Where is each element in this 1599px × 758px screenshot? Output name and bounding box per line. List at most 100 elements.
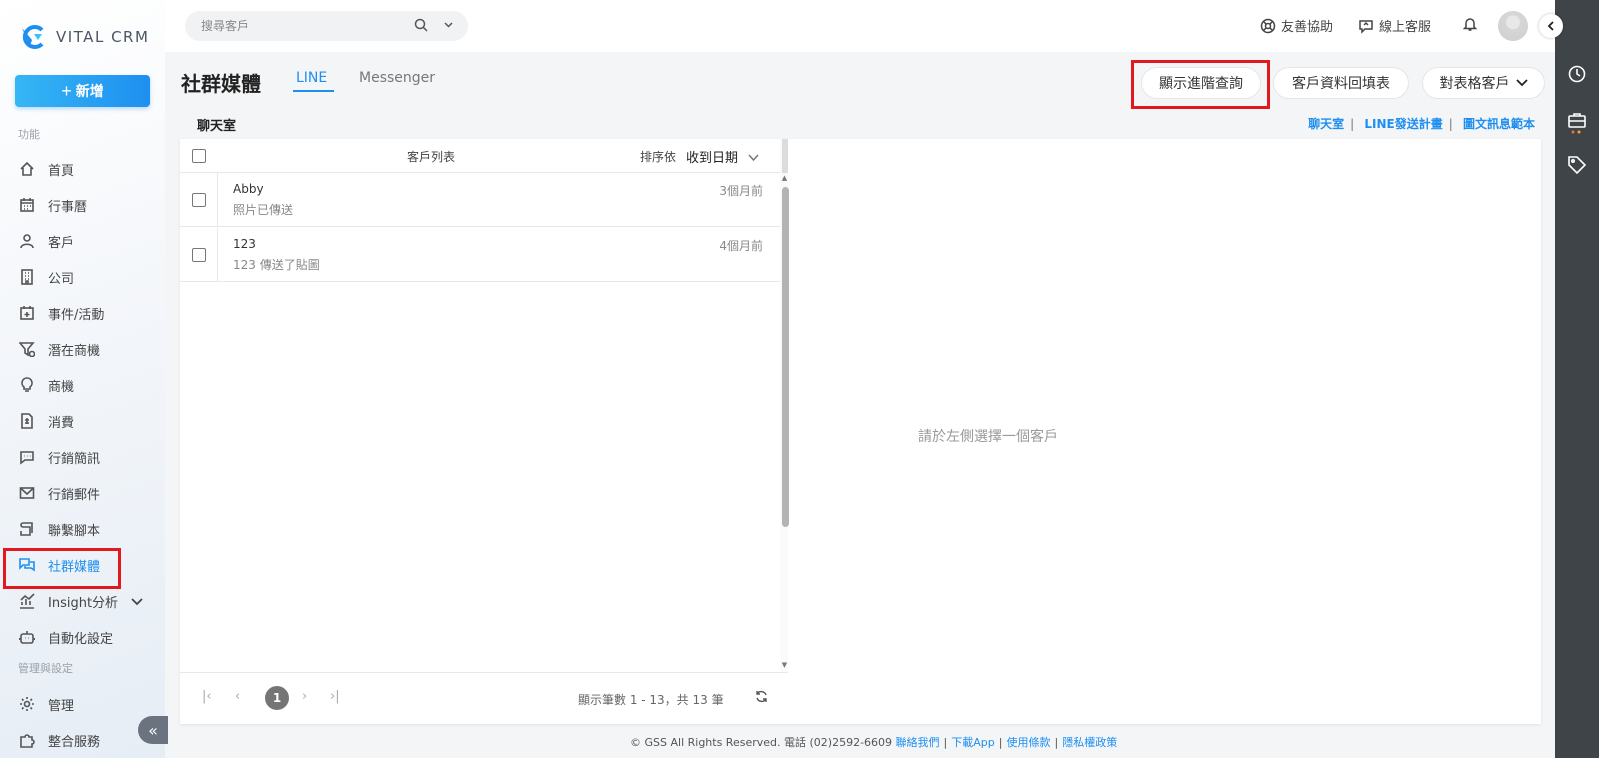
row-checkbox[interactable]	[192, 248, 206, 262]
section-label-admin: 管理與設定	[18, 662, 73, 675]
link-line-broadcast-plan[interactable]: LINE發送計畫	[1364, 117, 1442, 131]
scroll-up-arrow-icon[interactable]: ▲	[780, 174, 789, 182]
tab-messenger[interactable]: Messenger	[359, 70, 435, 86]
bell-icon	[1462, 18, 1478, 31]
link-rich-message-templates[interactable]: 圖文訊息範本	[1463, 117, 1535, 131]
search-icon[interactable]	[414, 18, 428, 36]
sidebar-item-events[interactable]: 事件/活動	[0, 295, 165, 331]
message-time: 4個月前	[719, 239, 763, 253]
chevron-down-icon[interactable]	[748, 151, 759, 166]
brand-logo[interactable]: VITAL CRM	[18, 22, 149, 52]
record-count: 顯示筆數 1 - 13，共 13 筆	[578, 693, 724, 707]
sidebar-item-opportunities[interactable]: 商機	[0, 367, 165, 403]
sidebar-item-customers[interactable]: 客戶	[0, 223, 165, 259]
chevron-down-icon[interactable]	[443, 19, 454, 34]
row-divider	[217, 228, 218, 282]
link-contact-us[interactable]: 聯絡我們	[896, 736, 940, 749]
highlight-frame-social-media	[3, 548, 121, 589]
footer-separator: |	[943, 736, 948, 749]
link-terms[interactable]: 使用條款	[1006, 736, 1050, 749]
sidebar-item-label: 首頁	[48, 163, 75, 179]
support-link[interactable]: 線上客服	[1358, 16, 1431, 35]
footer: © GSS All Rights Reserved. 電話 (02)2592-6…	[630, 734, 1117, 750]
last-message: 照片已傳送	[233, 203, 294, 217]
assist-link[interactable]: 友善協助	[1260, 16, 1333, 35]
sidebar-item-label: Insight分析	[48, 595, 119, 611]
calendar-plus-icon	[18, 304, 36, 322]
message-time: 3個月前	[719, 184, 763, 198]
row-checkbox[interactable]	[192, 193, 206, 207]
funnel-icon	[18, 340, 36, 358]
chart-icon	[18, 592, 36, 610]
robot-icon	[18, 628, 36, 646]
sidebar-item-scripts[interactable]: 聯繫腳本	[0, 511, 165, 547]
right-rail	[1555, 0, 1599, 758]
sms-icon	[18, 448, 36, 466]
link-separator: |	[1448, 117, 1453, 131]
sidebar-item-company[interactable]: 公司	[0, 259, 165, 295]
last-page-icon[interactable]: ›|	[330, 689, 340, 704]
invoice-icon	[18, 412, 36, 430]
customer-list-title: 客戶列表	[407, 150, 456, 164]
tag-icon[interactable]	[1568, 156, 1587, 175]
scroll-down-arrow-icon[interactable]: ▼	[780, 661, 789, 669]
first-page-icon[interactable]: |‹	[202, 689, 212, 704]
search-box[interactable]	[185, 11, 468, 41]
sidebar-item-admin[interactable]: 管理	[0, 686, 165, 722]
brand-name: VITAL CRM	[56, 28, 150, 46]
link-privacy[interactable]: 隱私權政策	[1062, 736, 1117, 749]
support-chat-icon	[1359, 19, 1373, 34]
new-button[interactable]: + 新增	[15, 75, 150, 107]
sidebar-item-purchases[interactable]: 消費	[0, 403, 165, 439]
table-row[interactable]: 123 123 傳送了貼圖 4個月前	[180, 228, 780, 282]
table-customers-dropdown[interactable]: 對表格客戶	[1422, 67, 1545, 99]
sidebar-item-label: 行銷簡訊	[48, 451, 101, 467]
support-label: 線上客服	[1379, 20, 1432, 35]
sidebar-item-automation[interactable]: 自動化設定	[0, 619, 165, 655]
search-input[interactable]	[201, 19, 401, 33]
chat-panel: 客戶列表 排序依 收到日期 Abby 照片已傳送 3個月前 123 123 傳送…	[180, 139, 1541, 724]
sidebar-item-label: 行銷郵件	[48, 487, 101, 503]
collapse-sidebar-button[interactable]: «	[138, 716, 168, 744]
tab-line[interactable]: LINE	[296, 70, 327, 86]
sidebar-item-email[interactable]: 行銷郵件	[0, 475, 165, 511]
link-download-app[interactable]: 下載App	[951, 736, 995, 749]
customer-form-button[interactable]: 客戶資料回填表	[1273, 67, 1409, 99]
sidebar-item-label: 聯繫腳本	[48, 523, 101, 539]
scrollbar-thumb[interactable]	[782, 187, 789, 527]
page-title: 社群媒體	[181, 72, 261, 96]
clock-icon[interactable]	[1568, 65, 1586, 83]
sidebar-item-sms[interactable]: 行銷簡訊	[0, 439, 165, 475]
briefcase-icon[interactable]	[1568, 112, 1586, 134]
select-all-checkbox[interactable]	[192, 149, 206, 163]
user-icon	[18, 232, 36, 250]
gear-icon	[18, 695, 36, 713]
link-chatroom[interactable]: 聊天室	[1308, 117, 1344, 131]
copyright-text: © GSS All Rights Reserved. 電話 (02)2592-6…	[630, 736, 893, 749]
chatroom-section-label: 聊天室	[197, 119, 237, 134]
customer-name: Abby	[233, 182, 264, 196]
refresh-icon[interactable]	[755, 690, 768, 707]
lightbulb-icon	[18, 376, 36, 394]
current-page[interactable]: 1	[265, 686, 289, 710]
toggle-right-panel-button[interactable]	[1539, 14, 1563, 38]
prev-page-icon[interactable]: ‹	[235, 689, 240, 704]
calendar-icon	[18, 196, 36, 214]
row-divider	[217, 173, 218, 227]
sidebar: VITAL CRM + 新增 功能 首頁 行事曆 客戶 公司 事件/活動 潛在商…	[0, 0, 168, 758]
sidebar-item-calendar[interactable]: 行事曆	[0, 187, 165, 223]
top-bar: 友善協助 線上客服	[165, 0, 1563, 52]
sidebar-item-label: 整合服務	[48, 734, 101, 750]
customer-list: 客戶列表 排序依 收到日期 Abby 照片已傳送 3個月前 123 123 傳送…	[180, 139, 789, 724]
notification-button[interactable]	[1462, 16, 1483, 32]
table-row[interactable]: Abby 照片已傳送 3個月前	[180, 173, 780, 227]
scrollbar-header-cap	[782, 139, 788, 173]
sidebar-item-leads[interactable]: 潛在商機	[0, 331, 165, 367]
sort-select[interactable]: 收到日期	[686, 147, 738, 166]
sidebar-item-home[interactable]: 首頁	[0, 151, 165, 187]
next-page-icon[interactable]: ›	[302, 689, 307, 704]
customer-name: 123	[233, 237, 256, 251]
avatar[interactable]	[1498, 11, 1528, 41]
footer-separator: |	[998, 736, 1003, 749]
home-icon	[18, 160, 36, 178]
